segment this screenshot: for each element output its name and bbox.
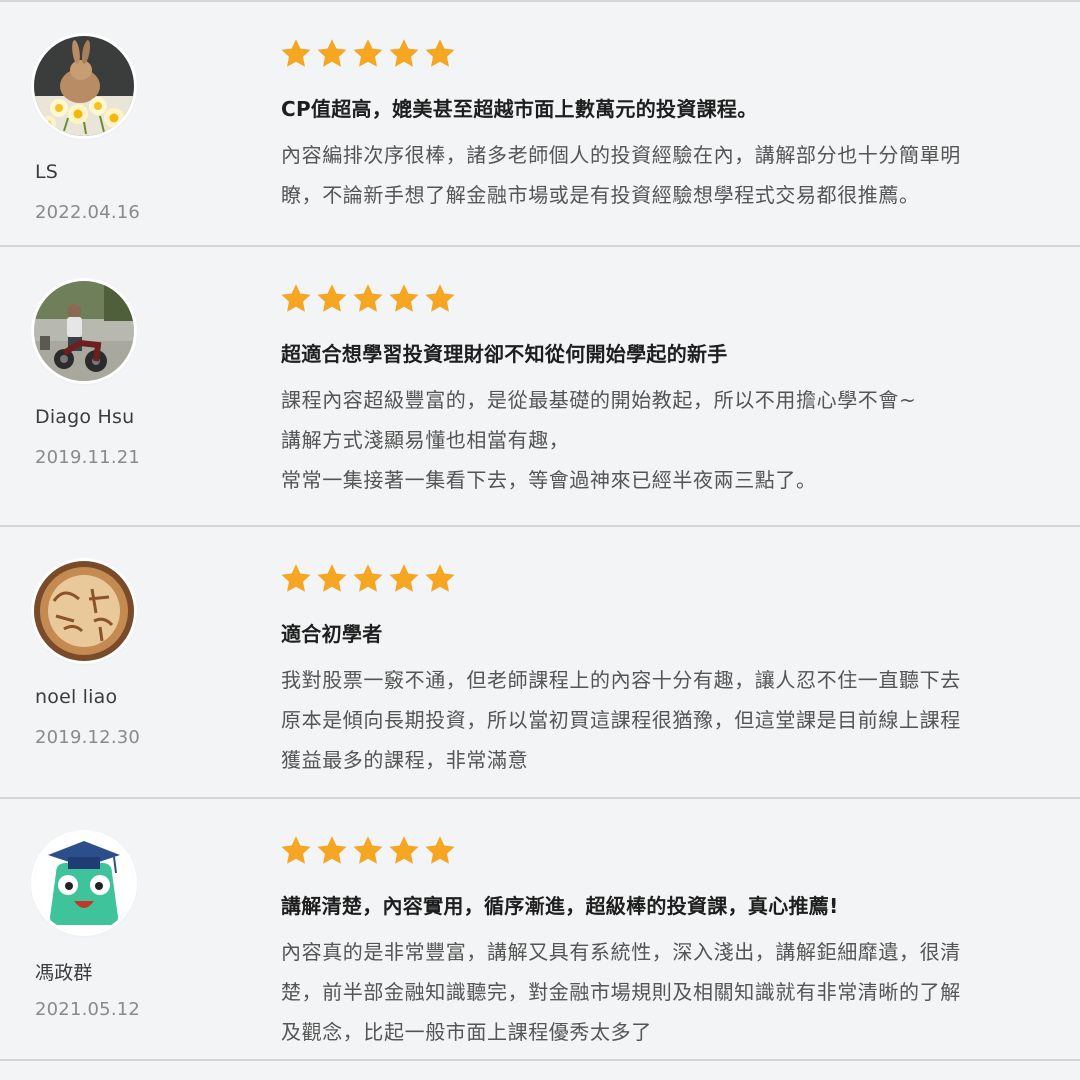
review-body: 內容編排次序很棒，諸多老師個人的投資經驗在內，講解部分也十分簡單明 瞭，不論新手… bbox=[281, 135, 1049, 215]
star-icon bbox=[353, 564, 383, 592]
avatar[interactable] bbox=[34, 833, 134, 933]
star-rating bbox=[279, 834, 457, 868]
star-rating bbox=[279, 37, 457, 71]
review-body-line: 常常一集接著一集看下去，等會過神來已經半夜兩三點了。 bbox=[281, 468, 817, 492]
star-icon bbox=[281, 836, 311, 864]
review-title: 超適合想學習投資理財卻不知從何開始學起的新手 bbox=[281, 342, 728, 366]
review-body-line: 楚，前半部金融知識聽完，對金融市場規則及相關知識就有非常清晰的了解 bbox=[281, 980, 961, 1004]
latte-art-photo bbox=[34, 561, 134, 661]
review-date: 2019.12.30 bbox=[35, 727, 141, 748]
star-icon bbox=[317, 284, 347, 312]
star-icon bbox=[281, 284, 311, 312]
review-card: noel liao 2019.12.30 適合初學者 我對股票一竅不通，但老師課… bbox=[0, 527, 1080, 799]
star-icon bbox=[425, 836, 455, 864]
avatar[interactable] bbox=[34, 36, 134, 136]
star-icon bbox=[281, 564, 311, 592]
review-title: CP值超高，媲美甚至超越市面上數萬元的投資課程。 bbox=[281, 97, 758, 121]
star-rating bbox=[279, 282, 457, 316]
reviewer-name: Diago Hsu bbox=[35, 406, 135, 428]
star-icon bbox=[425, 39, 455, 67]
review-title: 適合初學者 bbox=[281, 622, 383, 646]
star-rating bbox=[279, 562, 457, 596]
reviewer-name: LS bbox=[35, 161, 59, 183]
star-icon bbox=[353, 284, 383, 312]
review-body-line: 內容真的是非常豐富，講解又具有系統性，深入淺出，講解鉅細靡遺，很清 bbox=[281, 940, 961, 964]
avatar[interactable] bbox=[34, 561, 134, 661]
star-icon bbox=[425, 564, 455, 592]
review-list: LS 2022.04.16 CP值超高，媲美甚至超越市面上數萬元的投資課程。 內… bbox=[0, 0, 1080, 1080]
star-icon bbox=[389, 564, 419, 592]
review-body-line: 獲益最多的課程，非常滿意 bbox=[281, 748, 529, 772]
review-body-line: 我對股票一竅不通，但老師課程上的內容十分有趣，讓人忍不住一直聽下去 bbox=[281, 668, 961, 692]
star-icon bbox=[389, 284, 419, 312]
graduation-cap-character-avatar bbox=[34, 833, 134, 933]
star-icon bbox=[353, 836, 383, 864]
reviewer-name: 馮政群 bbox=[35, 962, 93, 984]
review-card: 馮政群 2021.05.12 講解清楚，內容實用，循序漸進，超級棒的投資課，真心… bbox=[0, 799, 1080, 1061]
star-icon bbox=[317, 39, 347, 67]
man-on-motorcycle-photo bbox=[34, 281, 134, 381]
rabbit-with-daffodils-photo bbox=[34, 36, 134, 136]
star-icon bbox=[353, 39, 383, 67]
review-date: 2019.11.21 bbox=[35, 447, 141, 468]
review-body-line: 內容編排次序很棒，諸多老師個人的投資經驗在內，講解部分也十分簡單明 bbox=[281, 143, 961, 167]
star-icon bbox=[317, 564, 347, 592]
reviewer-name: noel liao bbox=[35, 686, 118, 708]
review-date: 2021.05.12 bbox=[35, 999, 141, 1020]
review-card: Diago Hsu 2019.11.21 超適合想學習投資理財卻不知從何開始學起… bbox=[0, 247, 1080, 527]
review-body: 我對股票一竅不通，但老師課程上的內容十分有趣，讓人忍不住一直聽下去 原本是傾向長… bbox=[281, 660, 1049, 780]
star-icon bbox=[389, 836, 419, 864]
star-icon bbox=[425, 284, 455, 312]
review-date: 2022.04.16 bbox=[35, 202, 141, 223]
review-card: LS 2022.04.16 CP值超高，媲美甚至超越市面上數萬元的投資課程。 內… bbox=[0, 2, 1080, 247]
review-body: 課程內容超級豐富的，是從最基礎的開始教起，所以不用擔心學不會~ 講解方式淺顯易懂… bbox=[281, 380, 1049, 500]
avatar[interactable] bbox=[34, 281, 134, 381]
review-title: 講解清楚，內容實用，循序漸進，超級棒的投資課，真心推薦! bbox=[281, 894, 839, 918]
star-icon bbox=[281, 39, 311, 67]
star-icon bbox=[317, 836, 347, 864]
star-icon bbox=[389, 39, 419, 67]
review-body-line: 原本是傾向長期投資，所以當初買這課程很猶豫，但這堂課是目前線上課程 bbox=[281, 708, 961, 732]
review-body-line: 及觀念，比起一般市面上課程優秀太多了 bbox=[281, 1020, 652, 1044]
review-body: 內容真的是非常豐富，講解又具有系統性，深入淺出，講解鉅細靡遺，很清 楚，前半部金… bbox=[281, 932, 1049, 1052]
review-body-line: 課程內容超級豐富的，是從最基礎的開始教起，所以不用擔心學不會~ bbox=[281, 388, 917, 412]
review-body-line: 講解方式淺顯易懂也相當有趣， bbox=[281, 428, 570, 452]
review-body-line: 瞭，不論新手想了解金融市場或是有投資經驗想學程式交易都很推薦。 bbox=[281, 183, 920, 207]
